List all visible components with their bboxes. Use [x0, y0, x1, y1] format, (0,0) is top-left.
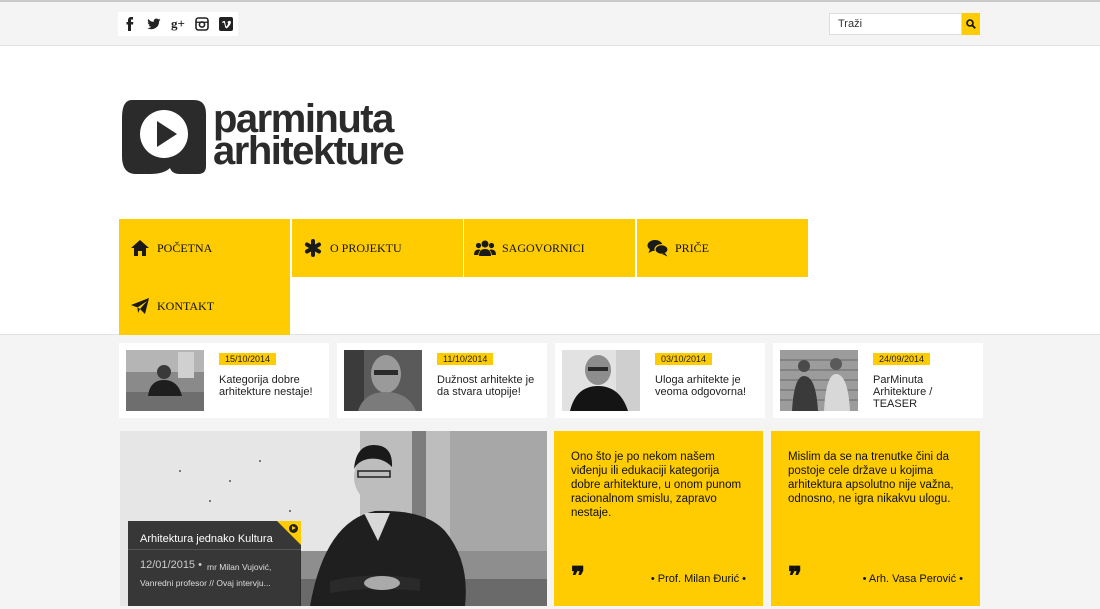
featured-article[interactable]: Arhitektura jednako Kultura 12/01/2015 •…	[120, 431, 547, 606]
social-links: g+	[118, 12, 238, 36]
play-logo-mark	[122, 100, 206, 174]
quote-text: Ono što je po nekom našem viđenju ili ed…	[571, 451, 742, 519]
quote-author: • Prof. Milan Đurić •	[650, 573, 746, 585]
site-logo[interactable]: parminuta arhitekture	[120, 94, 430, 180]
instagram-icon[interactable]	[190, 12, 214, 36]
caption-corner	[277, 521, 301, 545]
quote-card: Ono što je po nekom našem viđenju ili ed…	[554, 431, 763, 606]
top-bar: g+	[0, 0, 1100, 46]
nav-label: POČETNA	[157, 240, 213, 255]
search-input[interactable]	[829, 13, 962, 35]
post-title[interactable]: ParMinuta Arhitekture / TEASER	[873, 374, 977, 410]
nav-item-pocetna[interactable]: POČETNA	[119, 219, 290, 277]
search-form	[829, 13, 980, 35]
comments-icon	[647, 237, 669, 259]
post-thumbnail	[344, 350, 422, 411]
nav-item-o-projektu[interactable]: O PROJEKTU	[292, 219, 463, 277]
users-icon	[474, 237, 496, 259]
post-card[interactable]: 11/10/2014 Dužnost arhitekte je da stvar…	[337, 343, 547, 418]
featured-date: 12/01/2015 •	[140, 559, 202, 571]
logo-text-line2: arhitekture	[213, 129, 405, 173]
facebook-icon[interactable]	[118, 12, 142, 36]
search-button[interactable]	[962, 13, 980, 35]
post-title[interactable]: Kategorija dobre arhitekture nestaje!	[219, 374, 323, 398]
post-date: 03/10/2014	[655, 353, 713, 365]
quote-card: Mislim da se na trenutke čini da postoje…	[771, 431, 980, 606]
nav-item-kontakt[interactable]: KONTAKT	[119, 277, 290, 335]
asterisk-icon	[302, 237, 324, 259]
nav-item-price[interactable]: PRIČE	[637, 219, 808, 277]
paper-plane-icon	[129, 295, 151, 317]
post-card[interactable]: 03/10/2014 Uloga arhitekte je veoma odgo…	[555, 343, 765, 418]
nav-label: SAGOVORNICI	[502, 240, 585, 255]
post-title[interactable]: Dužnost arhitekte je da stvara utopije!	[437, 374, 541, 398]
nav-label: PRIČE	[675, 240, 710, 255]
google-plus-icon[interactable]: g+	[166, 12, 190, 36]
quote-mark-icon: ❞	[571, 562, 585, 591]
quote-text: Mislim da se na trenutke čini da postoje…	[788, 451, 954, 505]
post-thumbnail	[126, 350, 204, 411]
post-date: 24/09/2014	[873, 353, 931, 365]
post-card[interactable]: 15/10/2014 Kategorija dobre arhitekture …	[119, 343, 329, 418]
featured-excerpt: Vanredni profesor // Ovaj intervju...	[140, 578, 271, 588]
twitter-icon[interactable]	[142, 12, 166, 36]
nav-item-sagovornici[interactable]: SAGOVORNICI	[464, 219, 635, 277]
featured-caption: Arhitektura jednako Kultura 12/01/2015 •…	[128, 521, 301, 606]
post-title[interactable]: Uloga arhitekte je veoma odgovorna!	[655, 374, 759, 398]
post-card[interactable]: 24/09/2014 ParMinuta Arhitekture / TEASE…	[773, 343, 983, 418]
post-date: 15/10/2014	[219, 353, 277, 365]
nav-label: KONTAKT	[157, 298, 215, 313]
caption-divider	[128, 549, 301, 550]
post-date: 11/10/2014	[437, 353, 494, 365]
quote-mark-icon: ❞	[788, 562, 802, 591]
featured-author: mr Milan Vujović,	[207, 562, 272, 572]
nav-label: O PROJEKTU	[330, 240, 402, 255]
featured-title[interactable]: Arhitektura jednako Kultura	[140, 533, 273, 545]
search-icon	[966, 19, 976, 29]
quote-author: • Arh. Vasa Perović •	[862, 573, 963, 585]
home-icon	[129, 237, 151, 259]
play-icon[interactable]	[289, 524, 298, 533]
site-header: parminuta arhitekture POČETNA O PROJEKTU…	[0, 46, 1100, 335]
post-thumbnail	[780, 350, 858, 411]
vimeo-icon[interactable]	[214, 12, 238, 36]
post-thumbnail	[562, 350, 640, 411]
